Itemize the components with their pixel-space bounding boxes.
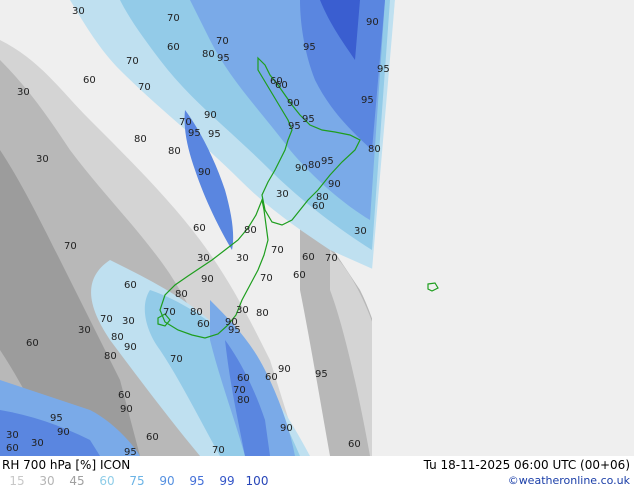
contour-label: 95: [208, 129, 221, 140]
contour-label: 80: [134, 134, 147, 145]
legend-item: 60: [99, 474, 115, 488]
contour-label: 80: [256, 308, 269, 319]
map-title: RH 700 hPa [%] ICON: [2, 458, 131, 472]
contour-label: 80: [104, 351, 117, 362]
credit-link[interactable]: ©weatheronline.co.uk: [508, 474, 630, 487]
contour-label: 95: [288, 121, 301, 132]
contour-label: 70: [216, 36, 229, 47]
contour-label: 95: [302, 114, 315, 125]
contour-label: 80: [168, 146, 181, 157]
contour-label: 95: [303, 42, 316, 53]
contour-label: 90: [124, 342, 137, 353]
contour-label: 30: [36, 154, 49, 165]
contour-label: 90: [280, 423, 293, 434]
contour-label: 95: [315, 369, 328, 380]
contour-label: 90: [198, 167, 211, 178]
contour-label: 60: [6, 443, 19, 454]
contour-label: 30: [236, 305, 249, 316]
contour-label: 70: [167, 13, 180, 24]
legend-item: 90: [159, 474, 175, 488]
contour-label: 70: [325, 253, 338, 264]
contour-label: 70: [100, 314, 113, 325]
contour-label: 95: [124, 447, 137, 456]
contour-label: 60: [312, 201, 325, 212]
contour-label: 60: [167, 42, 180, 53]
contour-label: 70: [126, 56, 139, 67]
contour-label: 70: [138, 82, 151, 93]
contour-label: 90: [278, 364, 291, 375]
color-legend: 15 30 45 60 75 90 95 99 100: [2, 474, 272, 488]
contour-label: 90: [57, 427, 70, 438]
contour-label: 70: [260, 273, 273, 284]
contour-label: 60: [118, 390, 131, 401]
contour-label: 80: [175, 289, 188, 300]
contour-label: 95: [50, 413, 63, 424]
contour-label: 90: [287, 98, 300, 109]
contour-label: 90: [295, 163, 308, 174]
contour-label: 95: [188, 128, 201, 139]
legend-item: 15: [9, 474, 25, 488]
contour-label: 30: [122, 316, 135, 327]
contour-label: 95: [228, 325, 241, 336]
contour-label: 30: [78, 325, 91, 336]
contour-label: 80: [202, 49, 215, 60]
contour-label: 90: [366, 17, 379, 28]
contour-label: 30: [236, 253, 249, 264]
contour-label: 60: [146, 432, 159, 443]
contour-label: 60: [302, 252, 315, 263]
contour-label: 80: [111, 332, 124, 343]
contour-label: 30: [354, 226, 367, 237]
contour-label: 95: [217, 53, 230, 64]
contour-label: 90: [120, 404, 133, 415]
contour-label: 95: [361, 95, 374, 106]
contour-label: 30: [72, 6, 85, 17]
map-footer: RH 700 hPa [%] ICON Tu 18-11-2025 06:00 …: [0, 456, 634, 490]
contour-label: 80: [368, 144, 381, 155]
contour-label: 70: [271, 245, 284, 256]
contour-label: 30: [197, 253, 210, 264]
contour-label: 60: [193, 223, 206, 234]
legend-item: 75: [129, 474, 145, 488]
legend-item: 95: [189, 474, 205, 488]
contour-label: 30: [6, 430, 19, 441]
contour-label: 70: [179, 117, 192, 128]
contour-label: 60: [124, 280, 137, 291]
legend-item: 100: [245, 474, 269, 488]
humidity-map-svg: 30 70 70 60 80 95 95 90 95 60 70 60 30 7…: [0, 0, 634, 456]
contour-label: 60: [197, 319, 210, 330]
contour-label: 80: [244, 225, 257, 236]
no-data-region: [372, 0, 634, 456]
contour-label: 80: [237, 395, 250, 406]
contour-label: 60: [237, 373, 250, 384]
contour-label: 95: [321, 156, 334, 167]
forecast-datetime: Tu 18-11-2025 06:00 UTC (00+06): [423, 458, 630, 472]
contour-label: 30: [276, 189, 289, 200]
contour-label: 30: [31, 438, 44, 449]
contour-label: 90: [204, 110, 217, 121]
contour-label: 60: [26, 338, 39, 349]
contour-label: 70: [163, 307, 176, 318]
contour-label: 90: [201, 274, 214, 285]
contour-label: 60: [83, 75, 96, 86]
contour-label: 70: [170, 354, 183, 365]
contour-label: 60: [348, 439, 361, 450]
legend-item: 30: [39, 474, 55, 488]
contour-label: 70: [64, 241, 77, 252]
contour-label: 60: [265, 372, 278, 383]
contour-label: 70: [212, 445, 225, 456]
legend-item: 99: [219, 474, 235, 488]
contour-label: 60: [293, 270, 306, 281]
contour-label: 90: [328, 179, 341, 190]
weather-map: 30 70 70 60 80 95 95 90 95 60 70 60 30 7…: [0, 0, 634, 456]
contour-label: 80: [190, 307, 203, 318]
contour-label: 95: [377, 64, 390, 75]
legend-item: 45: [69, 474, 85, 488]
contour-label: 60: [275, 80, 288, 91]
contour-label: 30: [17, 87, 30, 98]
contour-label: 80: [308, 160, 321, 171]
